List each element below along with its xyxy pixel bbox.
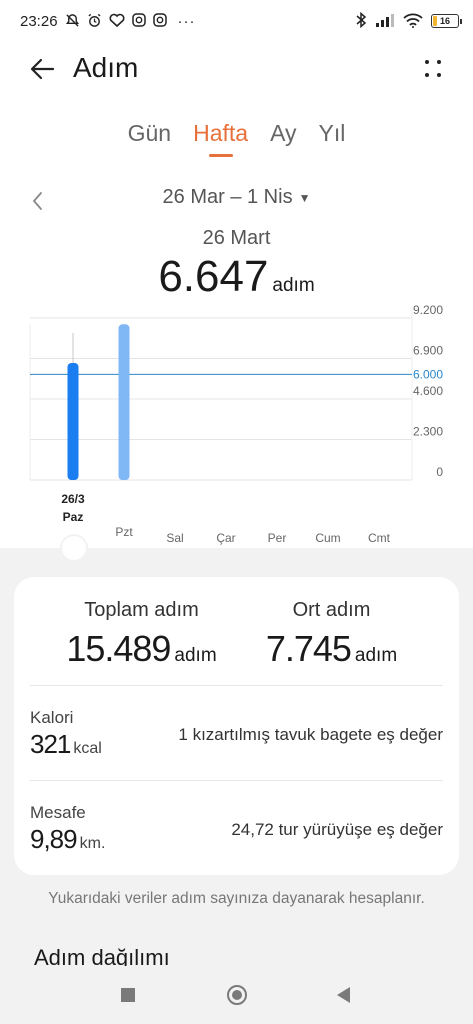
calories-value: 321 <box>30 729 71 759</box>
total-steps-value-row: 15.489 adım <box>54 628 229 670</box>
more-options-button[interactable] <box>425 58 443 80</box>
average-steps-value: 7.745 <box>265 628 352 669</box>
total-steps-value: 15.489 <box>66 628 171 669</box>
system-back-button[interactable] <box>337 987 350 1003</box>
x-tick-label: 26/3 <box>61 492 85 506</box>
date-selector: 26 Mar – 1 Nis ▼ <box>0 186 473 216</box>
instagram-icon-2 <box>152 13 167 29</box>
tab-month[interactable]: Ay <box>270 120 296 157</box>
y-tick-label: 2.300 <box>413 425 443 439</box>
date-range-dropdown[interactable]: 26 Mar – 1 Nis ▼ <box>0 186 473 209</box>
selected-steps: 6.647 adım <box>0 252 473 302</box>
dot-icon <box>437 73 441 77</box>
total-steps-unit: adım <box>174 645 217 666</box>
dot-icon <box>425 60 429 64</box>
bar-0 <box>67 362 79 480</box>
heart-app-icon <box>109 13 125 30</box>
status-right: 16 <box>355 11 462 30</box>
average-steps-value-row: 7.745 adım <box>244 628 419 670</box>
average-steps: Ort adım 7.745 adım <box>244 599 419 670</box>
more-notifications-icon: ··· <box>177 12 196 30</box>
average-steps-unit: adım <box>354 645 398 666</box>
app-bar: Adım <box>0 44 473 96</box>
distance-equivalent: 24,72 tur yürüyüşe eş değer <box>231 820 443 839</box>
x-tick-label: Cum <box>315 531 340 545</box>
calories-unit: kcal <box>73 740 102 757</box>
page-title: Adım <box>73 52 139 83</box>
dot-icon <box>437 60 441 64</box>
back-button[interactable] <box>28 54 58 84</box>
alarm-icon <box>87 13 102 30</box>
bar-1 <box>118 324 130 480</box>
distance-unit: km. <box>79 835 106 852</box>
dot-icon <box>425 73 429 77</box>
divider <box>30 780 443 781</box>
status-time: 23:26 <box>20 12 58 30</box>
steps-chart[interactable]: 9.200 6.900 4.600 2.300 0 6.000 26/3 Paz Pzt Sal Ç… <box>0 300 473 550</box>
recents-button[interactable] <box>121 988 135 1002</box>
calories-label: Kalori <box>30 708 74 727</box>
tab-day[interactable]: Gün <box>128 120 171 157</box>
wifi-icon <box>403 13 423 30</box>
status-left: 23:26 ··· <box>20 13 196 30</box>
total-steps-label: Toplam adım <box>84 599 199 621</box>
battery-fill <box>433 16 437 26</box>
tab-week[interactable]: Hafta <box>193 120 248 157</box>
x-tick-label: Çar <box>216 531 235 545</box>
arrow-left-icon <box>30 58 55 80</box>
steps-bar-chart: 9.200 6.900 4.600 2.300 0 6.000 26/3 Paz Pzt Sal Ç… <box>29 303 443 545</box>
selected-steps-value: 6.647 <box>158 252 269 301</box>
home-button[interactable] <box>227 985 247 1005</box>
x-tick-label: Pzt <box>115 525 133 539</box>
instagram-icon <box>131 13 146 29</box>
distance-value-row: 9,89 km. <box>30 824 105 855</box>
battery-level: 16 <box>439 16 450 26</box>
y-tick-label: 6.900 <box>413 344 443 358</box>
tab-year[interactable]: Yıl <box>319 120 346 157</box>
selection-indicator <box>62 536 86 560</box>
y-tick-label: 0 <box>436 465 443 479</box>
status-bar: 23:26 ··· 16 <box>0 0 473 42</box>
y-tick-label: 4.600 <box>413 384 443 398</box>
divider <box>30 685 443 686</box>
x-tick-label: Per <box>268 531 287 545</box>
goal-label: 6.000 <box>413 367 443 381</box>
total-steps: Toplam adım 15.489 adım <box>54 599 229 670</box>
distance-value: 9,89 <box>30 824 78 854</box>
selected-date: 26 Mart <box>202 227 271 249</box>
x-tick-label: Cmt <box>368 531 391 545</box>
distance-label: Mesafe <box>30 803 86 822</box>
bluetooth-icon <box>355 11 367 30</box>
calories-value-row: 321 kcal <box>30 729 102 760</box>
selected-steps-unit: adım <box>272 275 315 296</box>
date-range-label: 26 Mar – 1 Nis <box>162 186 293 208</box>
bell-off-icon <box>65 13 80 30</box>
footnote: Yukarıdaki veriler adım sayınıza dayanar… <box>48 890 425 907</box>
y-tick-label: 9.200 <box>413 303 443 317</box>
x-tick-label: Sal <box>166 531 183 545</box>
caret-down-icon: ▼ <box>298 190 311 205</box>
calories-equivalent: 1 kızartılmış tavuk bagete eş değer <box>178 725 443 744</box>
period-tabs: Gün Hafta Ay Yıl <box>0 120 473 157</box>
signal-icon <box>375 13 395 29</box>
summary-card: Toplam adım 15.489 adım Ort adım 7.745 adı… <box>14 577 459 875</box>
x-tick-sublabel: Paz <box>63 510 84 524</box>
battery-icon: 16 <box>431 14 462 28</box>
system-nav-bar <box>0 966 473 1024</box>
average-steps-label: Ort adım <box>292 599 371 621</box>
